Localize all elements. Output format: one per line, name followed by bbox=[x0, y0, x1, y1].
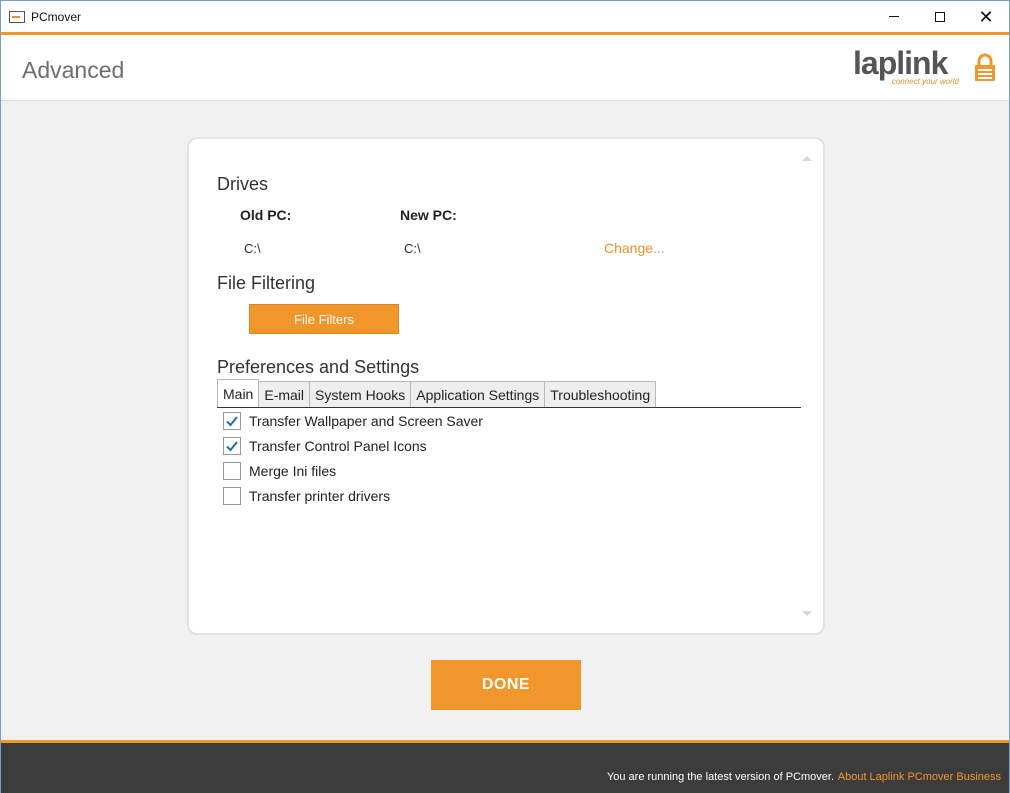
page-header: Advanced laplink connect your world bbox=[1, 35, 1009, 101]
change-drive-link[interactable]: Change... bbox=[604, 240, 665, 256]
window-title: PCmover bbox=[31, 9, 82, 24]
minimize-icon bbox=[889, 16, 899, 17]
footer-bar: You are running the latest version of PC… bbox=[1, 743, 1009, 793]
minimize-button[interactable] bbox=[871, 1, 917, 32]
option-label: Transfer Control Panel Icons bbox=[249, 438, 427, 454]
done-button[interactable]: DONE bbox=[431, 660, 581, 710]
preferences-heading: Preferences and Settings bbox=[217, 357, 420, 377]
option-label: Transfer Wallpaper and Screen Saver bbox=[249, 413, 483, 429]
option-transfer-printer-drivers: Transfer printer drivers bbox=[223, 487, 390, 505]
version-status: You are running the latest version of PC… bbox=[606, 771, 834, 783]
window-controls: ✕ bbox=[871, 1, 1009, 32]
tab-main[interactable]: Main bbox=[217, 379, 260, 407]
scroll-up-arrow-icon[interactable] bbox=[802, 156, 812, 161]
title-bar[interactable]: PCmover ✕ bbox=[1, 1, 1009, 32]
about-link[interactable]: About Laplink PCmover Business bbox=[838, 771, 1001, 783]
option-transfer-wallpaper: Transfer Wallpaper and Screen Saver bbox=[223, 412, 483, 430]
checkmark-icon bbox=[226, 441, 238, 452]
logo-wordmark: laplink bbox=[853, 45, 948, 81]
tabs-divider bbox=[217, 407, 801, 408]
file-filters-button[interactable]: File Filters bbox=[249, 304, 399, 334]
option-merge-ini-files: Merge Ini files bbox=[223, 462, 336, 480]
tab-email[interactable]: E-mail bbox=[258, 381, 311, 407]
app-window: PCmover ✕ Advanced laplink connect your … bbox=[0, 0, 1010, 793]
lock-icon bbox=[975, 53, 995, 81]
checkbox-transfer-control-panel-icons[interactable] bbox=[223, 437, 241, 455]
old-pc-drive: C:\ bbox=[244, 241, 261, 256]
logo-tagline: connect your world bbox=[891, 77, 959, 86]
page-title: Advanced bbox=[22, 57, 125, 83]
maximize-icon bbox=[935, 11, 945, 22]
pcmover-app-icon bbox=[9, 10, 25, 23]
close-icon: ✕ bbox=[978, 6, 994, 27]
checkmark-icon bbox=[226, 416, 238, 427]
scroll-down-arrow-icon[interactable] bbox=[802, 611, 812, 616]
new-pc-label: New PC: bbox=[400, 207, 457, 223]
checkbox-transfer-printer-drivers[interactable] bbox=[223, 487, 241, 505]
old-pc-label: Old PC: bbox=[240, 207, 292, 223]
tab-troubleshooting[interactable]: Troubleshooting bbox=[544, 381, 657, 407]
option-label: Merge Ini files bbox=[249, 463, 337, 479]
laplink-logo: laplink connect your world bbox=[853, 47, 963, 87]
option-label: Transfer printer drivers bbox=[249, 488, 391, 504]
checkbox-merge-ini-files[interactable] bbox=[223, 462, 241, 480]
tab-system-hooks[interactable]: System Hooks bbox=[309, 381, 412, 407]
checkbox-transfer-wallpaper[interactable] bbox=[223, 412, 241, 430]
new-pc-drive: C:\ bbox=[404, 241, 421, 256]
drives-heading: Drives bbox=[217, 174, 269, 194]
file-filtering-heading: File Filtering bbox=[217, 273, 316, 293]
preferences-tabs: Main E-mail System Hooks Application Set… bbox=[217, 379, 657, 407]
close-button[interactable]: ✕ bbox=[963, 1, 1009, 32]
maximize-button[interactable] bbox=[917, 1, 963, 32]
settings-panel: Drives Old PC: New PC: C:\ C:\ Change...… bbox=[187, 137, 825, 635]
option-transfer-control-panel-icons: Transfer Control Panel Icons bbox=[223, 437, 427, 455]
tab-application-settings[interactable]: Application Settings bbox=[410, 381, 546, 407]
